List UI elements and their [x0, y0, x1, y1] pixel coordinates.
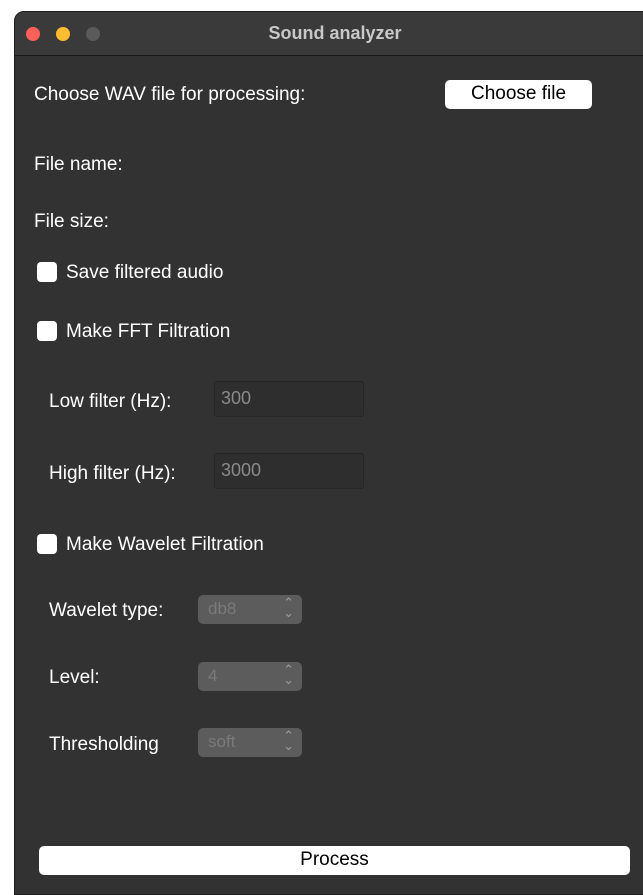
file-name-label: File name:	[34, 154, 123, 175]
high-filter-input[interactable]: 3000	[214, 453, 364, 489]
level-value: 4	[208, 666, 218, 685]
high-filter-label: High filter (Hz):	[49, 463, 176, 484]
wavelet-filtration-checkbox[interactable]	[37, 534, 57, 554]
wavelet-filtration-label: Make Wavelet Filtration	[66, 534, 264, 555]
wavelet-type-select[interactable]: db8 ⌃ ⌄	[198, 595, 302, 624]
save-filtered-checkbox[interactable]	[37, 262, 57, 282]
fft-filtration-checkbox[interactable]	[37, 321, 57, 341]
updown-chevron-icon: ⌃ ⌄	[283, 728, 294, 753]
thresholding-value: soft	[208, 732, 236, 751]
wavelet-type-value: db8	[208, 599, 237, 618]
thresholding-select[interactable]: soft ⌃ ⌄	[198, 728, 302, 757]
updown-chevron-icon: ⌃ ⌄	[283, 595, 294, 620]
fft-filtration-label: Make FFT Filtration	[66, 321, 231, 342]
low-filter-label: Low filter (Hz):	[49, 391, 172, 412]
title-bar: Sound analyzer	[15, 12, 643, 56]
process-button[interactable]: Process	[39, 846, 630, 875]
thresholding-label: Thresholding	[49, 734, 159, 755]
level-select[interactable]: 4 ⌃ ⌄	[198, 662, 302, 691]
low-filter-input[interactable]: 300	[214, 381, 364, 417]
window-title: Sound analyzer	[268, 23, 402, 43]
level-label: Level:	[49, 667, 100, 688]
updown-chevron-icon: ⌃ ⌄	[283, 662, 294, 687]
save-filtered-label: Save filtered audio	[66, 262, 224, 283]
file-size-label: File size:	[34, 211, 109, 232]
wavelet-type-label: Wavelet type:	[49, 600, 164, 621]
choose-file-button[interactable]: Choose file	[445, 80, 592, 109]
choose-file-label: Choose WAV file for processing:	[34, 84, 306, 105]
app-window: Sound analyzer Choose WAV file for proce…	[14, 11, 643, 895]
